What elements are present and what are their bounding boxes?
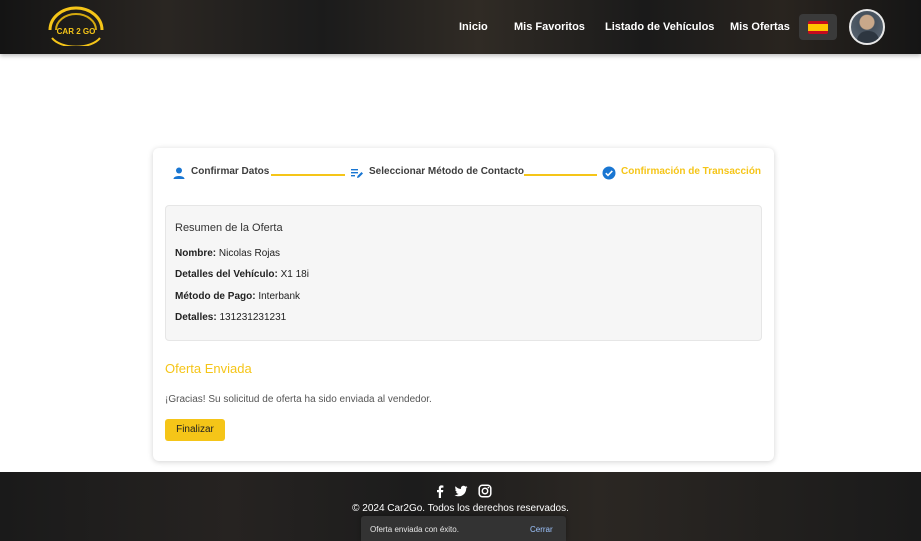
step-connector [524, 174, 597, 176]
finalizar-button[interactable]: Finalizar [165, 419, 225, 441]
edit-list-icon [351, 169, 363, 178]
offer-card: Confirmar Datos Seleccionar Método de Co… [153, 148, 774, 461]
step-confirmar-datos: Confirmar Datos [172, 166, 282, 180]
person-icon [173, 167, 185, 179]
offer-sent-message: ¡Gracias! Su solicitud de oferta ha sido… [165, 394, 432, 405]
row-label: Método de Pago: [175, 291, 256, 302]
row-label: Detalles: [175, 312, 217, 323]
instagram-icon[interactable] [478, 484, 492, 498]
snackbar: Oferta enviada con éxito. Cerrar [361, 516, 566, 541]
nav-mis-ofertas[interactable]: Mis Ofertas [730, 20, 790, 34]
row-value: Interbank [258, 291, 301, 302]
step-metodo-contacto: Seleccionar Método de Contacto [350, 166, 530, 180]
row-value: X1 18i [280, 269, 309, 280]
top-navbar: CAR 2 GO Inicio Mis Favoritos Listado de… [0, 0, 921, 54]
offer-summary: Resumen de la Oferta Nombre: Nicolas Roj… [165, 205, 762, 341]
copyright-text: © 2024 Car2Go. Todos los derechos reserv… [352, 503, 569, 514]
summary-row-nombre: Nombre: Nicolas Rojas [175, 248, 280, 259]
row-value: 131231231231 [219, 312, 287, 323]
summary-row-pago: Método de Pago: Interbank [175, 291, 300, 302]
main-nav: Inicio Mis Favoritos Listado de Vehículo… [0, 20, 921, 34]
nav-inicio[interactable]: Inicio [459, 20, 488, 34]
spain-flag-icon [808, 21, 828, 34]
twitter-icon[interactable] [454, 484, 468, 498]
row-label: Nombre: [175, 248, 217, 259]
snackbar-close-button[interactable]: Cerrar [530, 525, 553, 534]
step-label: Seleccionar Método de Contacto [369, 166, 525, 177]
summary-row-vehiculo: Detalles del Vehículo: X1 18i [175, 269, 309, 280]
row-label: Detalles del Vehículo: [175, 269, 278, 280]
step-connector [271, 174, 345, 176]
summary-row-detalles: Detalles: 131231231231 [175, 312, 286, 323]
step-confirmacion-transaccion: Confirmación de Transacción [602, 166, 762, 180]
step-label: Confirmación de Transacción [621, 166, 762, 177]
snackbar-message: Oferta enviada con éxito. [370, 525, 459, 534]
nav-listado-vehiculos[interactable]: Listado de Vehículos [605, 20, 714, 34]
step-label: Confirmar Datos [191, 166, 270, 177]
nav-mis-favoritos[interactable]: Mis Favoritos [514, 20, 585, 34]
facebook-icon[interactable] [433, 484, 447, 498]
user-avatar[interactable] [849, 9, 885, 45]
offer-sent-title: Oferta Enviada [165, 361, 252, 376]
check-circle-icon [602, 166, 616, 180]
row-value: Nicolas Rojas [218, 248, 281, 259]
summary-title: Resumen de la Oferta [175, 222, 283, 234]
language-button[interactable] [799, 14, 837, 40]
